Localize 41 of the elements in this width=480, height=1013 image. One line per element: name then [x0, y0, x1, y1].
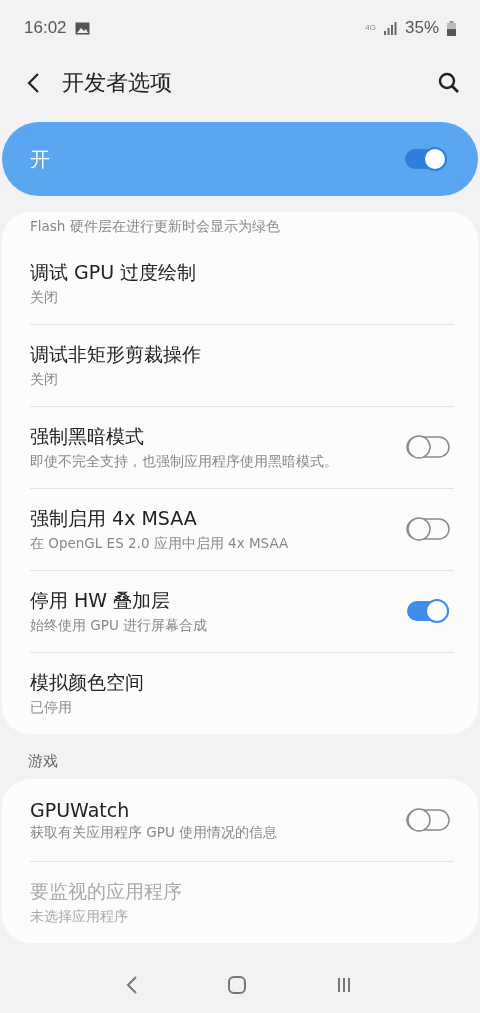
battery-icon [447, 20, 456, 36]
toggle-switch[interactable] [406, 516, 450, 542]
setting-title: 停用 HW 叠加层 [30, 587, 172, 613]
setting-title: 模拟颜色空间 [30, 669, 145, 695]
setting-title: 要监视的应用程序 [30, 878, 183, 904]
network-type: 4G [365, 24, 376, 32]
setting-row[interactable]: 调试非矩形剪裁操作 关闭 [2, 324, 478, 406]
search-icon[interactable] [438, 72, 460, 94]
setting-row[interactable]: 强制启用 4x MSAA 在 OpenGL ES 2.0 应用中启用 4x MSAA [2, 488, 478, 570]
setting-description: 获取有关应用程序 GPU 使用情况的信息 [30, 823, 279, 842]
master-switch-label: 开 [30, 145, 51, 173]
setting-title: GPUWatch [30, 798, 131, 821]
toggle-switch[interactable] [404, 146, 448, 172]
clock: 16:02 [24, 18, 67, 38]
setting-title: 调试 GPU 过度绘制 [30, 259, 198, 285]
setting-row[interactable]: 模拟颜色空间 已停用 [2, 652, 478, 734]
home-icon[interactable] [228, 976, 246, 994]
setting-description: Flash 硬件层在进行更新时会显示为绿色 [30, 218, 280, 236]
setting-row[interactable]: 强制黑暗模式 即使不完全支持，也强制应用程序使用黑暗模式。 [2, 406, 478, 488]
setting-description: 未选择应用程序 [30, 907, 129, 926]
setting-row[interactable]: GPUWatch 获取有关应用程序 GPU 使用情况的信息 [2, 779, 478, 861]
setting-description: 始终使用 GPU 进行屏幕合成 [30, 616, 209, 635]
setting-title: 强制启用 4x MSAA [30, 505, 198, 531]
setting-description: 即使不完全支持，也强制应用程序使用黑暗模式。 [30, 452, 339, 471]
setting-row[interactable]: 调试 GPU 过度绘制 关闭 [2, 242, 478, 324]
toggle-switch[interactable] [406, 807, 450, 833]
setting-row[interactable]: 停用 HW 叠加层 始终使用 GPU 进行屏幕合成 [2, 570, 478, 652]
battery-percent: 35% [404, 18, 439, 38]
toggle-switch[interactable] [406, 598, 450, 624]
setting-title: 调试非矩形剪裁操作 [30, 341, 202, 367]
setting-description: 在 OpenGL ES 2.0 应用中启用 4x MSAA [30, 534, 290, 553]
setting-description: 关闭 [30, 370, 59, 389]
setting-description: 已停用 [30, 698, 73, 717]
setting-title: 强制黑暗模式 [30, 423, 145, 449]
toggle-switch[interactable] [406, 434, 450, 460]
page-title: 开发者选项 [62, 69, 173, 97]
signal-icon [383, 21, 397, 35]
back-icon[interactable] [26, 72, 40, 94]
section-heading: 游戏 [27, 751, 59, 772]
setting-description: 关闭 [30, 288, 59, 307]
image-icon [74, 21, 90, 35]
